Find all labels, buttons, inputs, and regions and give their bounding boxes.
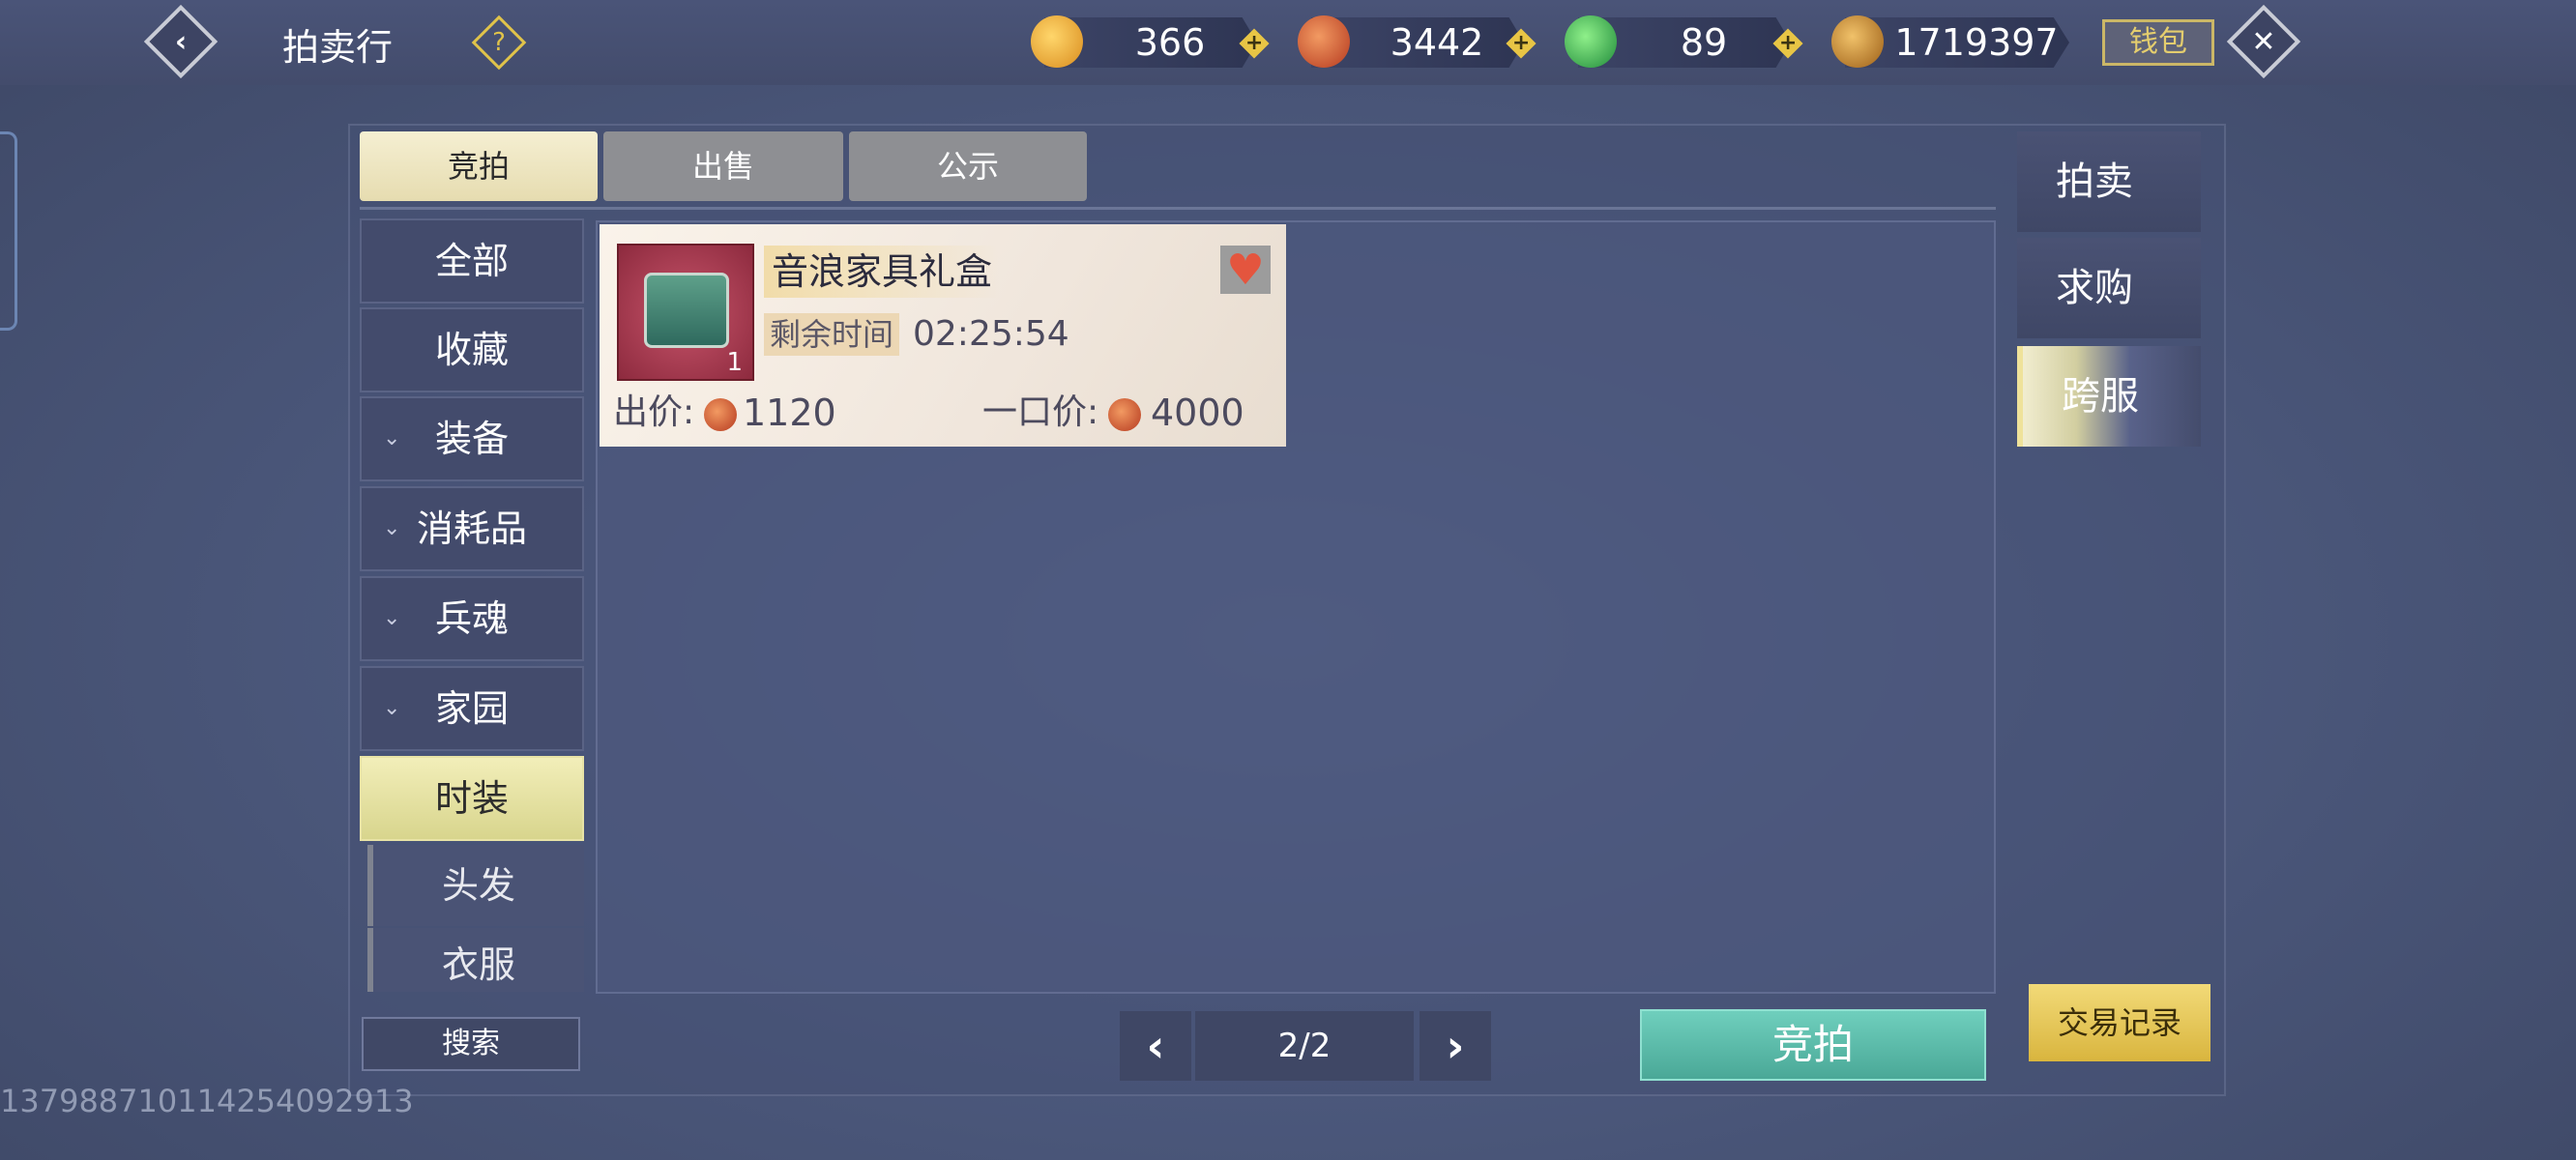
top-bar: ‹ 拍卖行 ? 366 + 3442 + 89 + 1719397 钱包 ✕ xyxy=(0,0,2576,85)
side-tab-cross-server[interactable]: 跨服 xyxy=(2017,346,2201,447)
auction-item-card[interactable]: 1 音浪家具礼盒 ♥ 剩余时间 02:25:54 出价: 1120 一口价: 4… xyxy=(600,224,1286,447)
left-edge-tab xyxy=(0,131,17,331)
category-equipment[interactable]: ⌄ 装备 xyxy=(360,396,584,481)
category-consumables-label: 消耗品 xyxy=(416,508,527,550)
prev-page-button[interactable]: ‹ xyxy=(1120,1011,1191,1081)
category-home[interactable]: ⌄ 家园 xyxy=(360,666,584,751)
next-page-button[interactable]: › xyxy=(1420,1011,1491,1081)
category-favorites[interactable]: 收藏 xyxy=(360,307,584,392)
tab-public[interactable]: 公示 xyxy=(849,131,1087,201)
category-favorites-label: 收藏 xyxy=(434,329,509,371)
side-tab-purchase[interactable]: 求购 xyxy=(2017,238,2201,338)
bid-value: 1120 xyxy=(743,392,836,434)
chevron-down-icon: ⌄ xyxy=(383,516,401,540)
category-equipment-label: 装备 xyxy=(434,418,509,460)
chevron-right-icon: › xyxy=(1446,1020,1465,1072)
bid-label: 出价: xyxy=(613,392,695,432)
category-fashion-label: 时装 xyxy=(434,777,509,820)
time-value: 02:25:54 xyxy=(913,314,1069,354)
gift-box-icon xyxy=(644,273,729,348)
subcategory-clothes[interactable]: 衣服 xyxy=(367,928,584,992)
trade-record-button[interactable]: 交易记录 xyxy=(2029,984,2210,1061)
item-count: 1 xyxy=(726,348,743,377)
gold-coin-icon xyxy=(1031,15,1083,68)
page-indicator: 2/2 xyxy=(1195,1011,1414,1081)
token-coin-icon xyxy=(1831,15,1884,68)
chevron-left-icon: ‹ xyxy=(1146,1020,1165,1072)
side-tab-auction[interactable]: 拍卖 xyxy=(2017,131,2201,232)
category-all[interactable]: 全部 xyxy=(360,218,584,304)
search-button[interactable]: 搜索 xyxy=(362,1017,580,1071)
red-coin-icon xyxy=(1108,398,1141,431)
back-arrow-icon: ‹ xyxy=(174,24,188,59)
tab-divider xyxy=(360,207,1996,210)
page-title: 拍卖行 xyxy=(282,26,394,69)
chevron-down-icon: ⌄ xyxy=(383,696,401,720)
back-button[interactable]: ‹ xyxy=(143,4,219,79)
buyout-value: 4000 xyxy=(1151,392,1244,434)
category-home-label: 家园 xyxy=(434,687,509,730)
category-fashion[interactable]: 时装 xyxy=(360,756,584,841)
red-coin-icon xyxy=(704,398,737,431)
favorite-heart-icon[interactable]: ♥ xyxy=(1220,246,1271,295)
bid-button[interactable]: 竞拍 xyxy=(1640,1009,1986,1081)
close-button[interactable]: ✕ xyxy=(2226,4,2301,79)
question-icon: ? xyxy=(492,28,506,57)
time-label: 剩余时间 xyxy=(764,313,900,356)
wallet-button[interactable]: 钱包 xyxy=(2102,19,2214,66)
tab-sell[interactable]: 出售 xyxy=(603,131,843,201)
item-name: 音浪家具礼盒 xyxy=(764,246,1001,298)
red-coin-icon xyxy=(1298,15,1350,68)
category-soul[interactable]: ⌄ 兵魂 xyxy=(360,576,584,661)
chevron-down-icon: ⌄ xyxy=(383,606,401,630)
buyout-label: 一口价: xyxy=(982,392,1099,432)
category-soul-label: 兵魂 xyxy=(434,597,509,640)
jade-coin-icon xyxy=(1565,15,1617,68)
category-all-label: 全部 xyxy=(434,240,509,282)
subcategory-hair[interactable]: 头发 xyxy=(367,845,584,926)
item-icon: 1 xyxy=(617,244,754,381)
category-consumables[interactable]: ⌄ 消耗品 xyxy=(360,486,584,571)
user-id: 1379887101142540929​13 xyxy=(0,1083,414,1119)
tab-auction[interactable]: 竞拍 xyxy=(360,131,598,201)
close-x-icon: ✕ xyxy=(2251,24,2276,59)
help-button[interactable]: ? xyxy=(471,14,527,71)
chevron-down-icon: ⌄ xyxy=(383,426,401,450)
